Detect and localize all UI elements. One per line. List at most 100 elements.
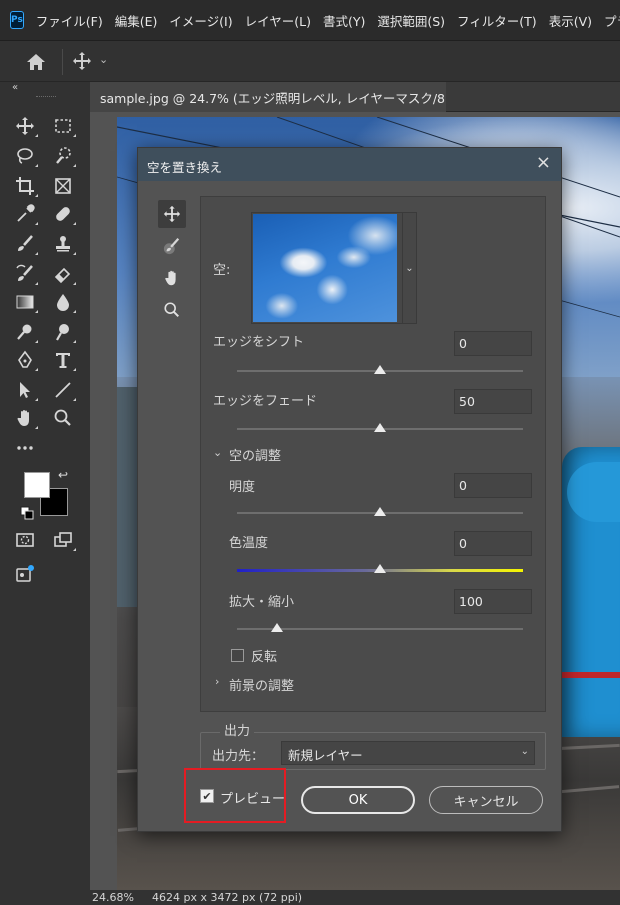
swap-colors-icon[interactable]: ↩ — [58, 468, 68, 482]
flip-label: 反転 — [251, 650, 278, 665]
sky-adjust-header[interactable]: 空の調整 — [229, 445, 281, 464]
quick-mask-icon[interactable] — [12, 528, 38, 552]
fade-edge-label: エッジをフェード — [213, 394, 318, 409]
output-to-select[interactable]: 新規レイヤー ⌄ — [281, 741, 535, 765]
sky-thumbnail[interactable] — [253, 214, 397, 322]
divider — [62, 49, 63, 75]
options-bar: ⌄ — [0, 40, 620, 82]
default-colors-icon[interactable] — [20, 506, 34, 520]
stamp-tool-icon[interactable] — [50, 232, 76, 256]
sky-label: 空: — [213, 263, 231, 278]
menu-type[interactable]: 書式(Y) — [323, 11, 365, 30]
healing-brush-tool-icon[interactable] — [50, 202, 76, 226]
menu-view[interactable]: 表示(V) — [549, 11, 592, 30]
menu-layer[interactable]: レイヤー(L) — [245, 11, 311, 30]
ok-button[interactable]: OK — [301, 786, 415, 814]
eyedropper-tool-icon[interactable] — [12, 202, 38, 226]
document-tab[interactable]: sample.jpg @ 24.7% (エッジ照明レベル, レイヤーマスク/8)… — [90, 82, 446, 112]
slider-thumb[interactable] — [271, 623, 284, 632]
marquee-tool-icon[interactable] — [50, 114, 76, 138]
output-to-label: 出力先： — [212, 749, 265, 764]
chevron-down-icon: ⌄ — [520, 746, 529, 757]
slider-thumb[interactable] — [374, 564, 386, 573]
document-tab-title: sample.jpg @ 24.7% (エッジ照明レベル, レイヤーマスク/8)… — [100, 90, 446, 106]
temperature-input[interactable]: 0 — [454, 531, 532, 556]
sky-move-tool-icon[interactable] — [158, 200, 186, 228]
shift-edge-input[interactable]: 0 — [454, 331, 532, 356]
hand-tool-icon[interactable] — [158, 264, 186, 292]
slider-thumb[interactable] — [374, 507, 386, 516]
output-to-value: 新規レイヤー — [288, 748, 363, 763]
menu-edit[interactable]: 編集(E) — [115, 11, 158, 30]
menu-plugins[interactable]: プラグイン — [604, 11, 620, 30]
photo-locomotive-stripe — [562, 672, 620, 678]
history-brush-tool-icon[interactable] — [12, 262, 38, 286]
zoom-blur-tool-icon[interactable] — [50, 320, 76, 344]
brightness-slider[interactable] — [237, 507, 523, 516]
temperature-label: 色温度 — [229, 536, 269, 551]
move-tool-icon[interactable] — [12, 114, 38, 138]
dodge-tool-icon[interactable] — [12, 320, 38, 344]
settings-panel: 空: ⌄ エッジをシフト 0 エッジをフェード 50 ⌄ 空の調整 明度 0 色… — [200, 196, 546, 712]
panel-grip[interactable] — [36, 96, 56, 98]
chevron-right-icon[interactable]: › — [215, 675, 219, 688]
tools-panel: « ↩ — [0, 82, 90, 905]
scale-label: 拡大・縮小 — [229, 595, 295, 610]
sky-preset-picker[interactable]: ⌄ — [251, 212, 417, 324]
menu-filter[interactable]: フィルター(T) — [457, 11, 537, 30]
line-tool-icon[interactable] — [50, 378, 76, 402]
share-icon[interactable] — [12, 562, 38, 586]
pen-tool-icon[interactable] — [12, 348, 38, 372]
lasso-tool-icon[interactable] — [12, 144, 38, 168]
shift-edge-label: エッジをシフト — [213, 335, 305, 350]
path-select-tool-icon[interactable] — [12, 378, 38, 402]
chevron-down-icon[interactable]: ⌄ — [213, 446, 222, 459]
preview-highlight-box — [184, 768, 286, 823]
menu-file[interactable]: ファイル(F) — [36, 11, 103, 30]
frame-tool-icon[interactable] — [50, 174, 76, 198]
more-tools-icon[interactable] — [12, 436, 38, 460]
home-icon[interactable] — [24, 51, 48, 73]
temperature-slider[interactable] — [237, 564, 523, 573]
sky-replacement-dialog: 空を置き換え × 空: ⌄ エッジをシフト 0 エッジをフェード 50 ⌄ 空の… — [137, 147, 562, 832]
scale-input[interactable]: 100 — [454, 589, 532, 614]
foreground-color-swatch[interactable] — [24, 472, 50, 498]
document-info[interactable]: 4624 px x 3472 px (72 ppi) — [152, 891, 302, 904]
shift-edge-slider[interactable] — [237, 365, 523, 374]
menu-select[interactable]: 選択範囲(S) — [377, 11, 445, 30]
zoom-level[interactable]: 24.68% — [92, 891, 134, 904]
eraser-tool-icon[interactable] — [50, 262, 76, 286]
menu-bar: Ps ファイル(F) 編集(E) イメージ(I) レイヤー(L) 書式(Y) 選… — [0, 0, 620, 40]
foreground-adjust-header[interactable]: 前景の調整 — [229, 675, 294, 694]
menu-image[interactable]: イメージ(I) — [169, 11, 232, 30]
slider-thumb[interactable] — [374, 365, 386, 374]
fade-edge-input[interactable]: 50 — [454, 389, 532, 414]
brightness-label: 明度 — [229, 480, 256, 495]
slider-thumb[interactable] — [374, 423, 386, 432]
scale-slider[interactable] — [237, 623, 523, 632]
chevron-down-icon[interactable]: ⌄ — [402, 213, 416, 323]
quick-select-tool-icon[interactable] — [50, 144, 76, 168]
blur-tool-icon[interactable] — [50, 290, 76, 314]
brush-tool-icon[interactable] — [12, 232, 38, 256]
screen-mode-icon[interactable] — [50, 528, 76, 552]
type-tool-icon[interactable] — [50, 348, 76, 372]
sky-brush-tool-icon[interactable] — [158, 232, 186, 260]
fade-edge-slider[interactable] — [237, 423, 523, 432]
dialog-titlebar[interactable]: 空を置き換え × — [138, 148, 561, 181]
zoom-tool-icon[interactable] — [50, 406, 76, 430]
hand-tool-icon[interactable] — [12, 406, 38, 430]
document-tab-bar: sample.jpg @ 24.7% (エッジ照明レベル, レイヤーマスク/8)… — [90, 82, 620, 112]
flip-checkbox[interactable] — [231, 649, 244, 662]
photo-locomotive-boiler — [567, 462, 620, 522]
cancel-button[interactable]: キャンセル — [429, 786, 543, 814]
gradient-tool-icon[interactable] — [12, 290, 38, 314]
crop-tool-icon[interactable] — [12, 174, 38, 198]
chevron-down-icon[interactable]: ⌄ — [99, 53, 108, 66]
collapse-icon[interactable]: « — [12, 82, 18, 93]
close-icon[interactable]: × — [536, 152, 551, 173]
output-legend: 出力 — [220, 720, 255, 739]
zoom-tool-icon[interactable] — [158, 296, 186, 324]
move-tool-icon[interactable] — [72, 51, 92, 71]
brightness-input[interactable]: 0 — [454, 473, 532, 498]
